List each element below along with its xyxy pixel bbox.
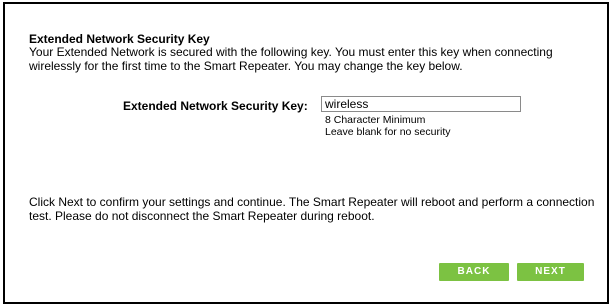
section-title: Extended Network Security Key — [29, 32, 210, 46]
confirm-instructions: Click Next to confirm your settings and … — [29, 195, 595, 223]
section-description: Your Extended Network is secured with th… — [29, 45, 553, 73]
security-key-blank-hint: Leave blank for no security — [325, 126, 451, 138]
back-button[interactable]: BACK — [439, 263, 509, 281]
next-button[interactable]: NEXT — [517, 263, 584, 281]
security-key-input[interactable] — [321, 96, 521, 112]
security-key-min-hint: 8 Character Minimum — [325, 114, 426, 126]
security-key-label: Extended Network Security Key: — [123, 99, 308, 113]
settings-panel: Extended Network Security Key Your Exten… — [3, 2, 609, 304]
